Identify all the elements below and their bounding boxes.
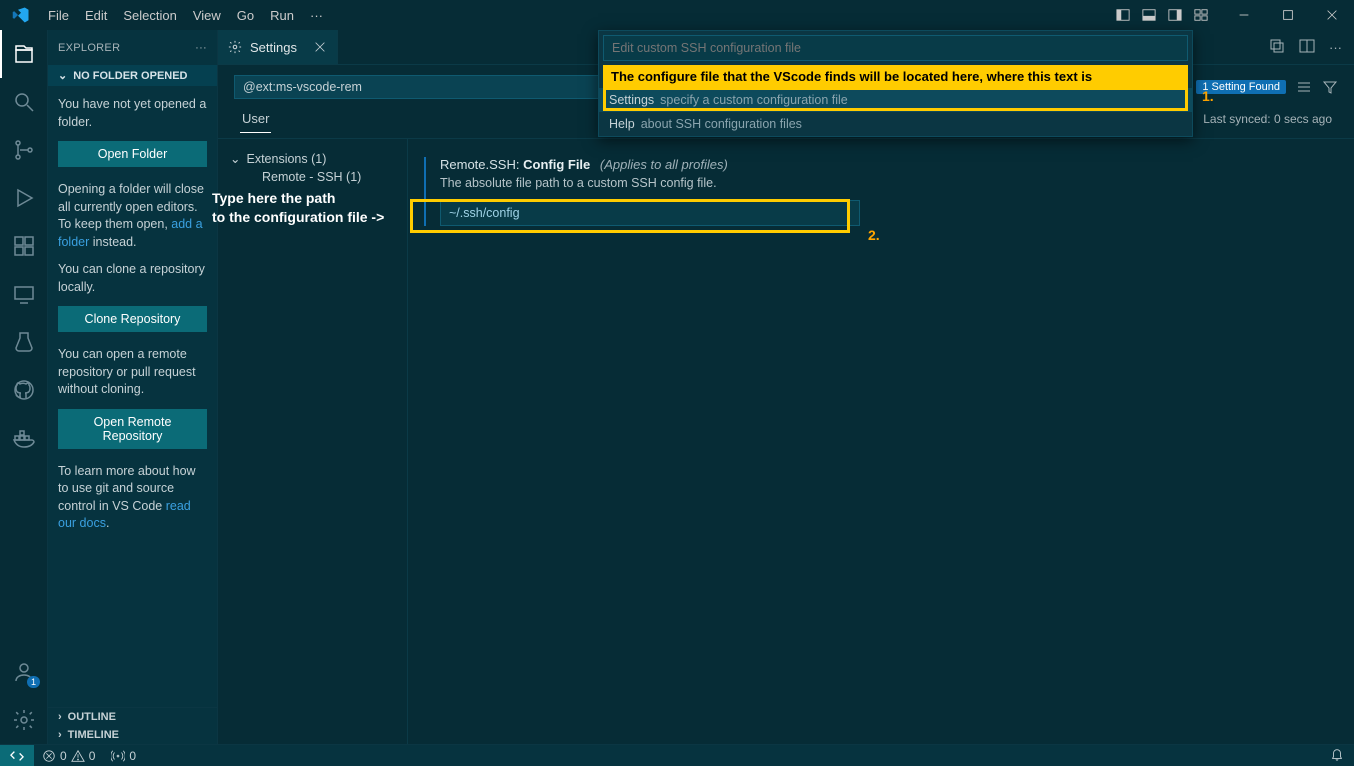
setting-namespace: Remote.SSH: (440, 157, 519, 172)
setting-description: The absolute file path to a custom SSH c… (440, 176, 1338, 190)
chevron-down-icon: ⌄ (58, 69, 67, 82)
layout-customize-icon[interactable] (1188, 0, 1214, 30)
setting-name: Config File (523, 157, 590, 172)
statusbar: 0 0 0 (0, 744, 1354, 766)
layout-secondary-sidebar-icon[interactable] (1162, 0, 1188, 30)
sb-text-4: You can open a remote repository or pull… (58, 346, 207, 399)
annotation-label-2: 2. (868, 227, 880, 243)
activity-search-icon[interactable] (0, 78, 48, 126)
activity-remote-icon[interactable] (0, 270, 48, 318)
activity-settings-icon[interactable] (0, 696, 48, 744)
sb-text-5: To learn more about how to use git and s… (58, 463, 207, 533)
annotation-label-1: 1. (1202, 88, 1214, 104)
status-notifications-icon[interactable] (1330, 747, 1354, 764)
settings-turn-sync-icon[interactable] (1296, 79, 1312, 95)
sidebar: EXPLORER ··· ⌄ NO FOLDER OPENED You have… (48, 30, 218, 744)
activity-accounts-icon[interactable]: 1 (0, 648, 48, 696)
menu-selection[interactable]: Selection (115, 3, 184, 28)
activity-docker-icon[interactable] (0, 414, 48, 462)
open-folder-button[interactable]: Open Folder (58, 141, 207, 167)
activity-testing-icon[interactable] (0, 318, 48, 366)
menu-run[interactable]: Run (262, 3, 302, 28)
editor-area: Settings ··· 1 Setting Found User Last s… (218, 30, 1354, 744)
scope-user-tab[interactable]: User (240, 105, 271, 132)
setting-remote-ssh-configfile: Remote.SSH: Config File (Applies to all … (424, 157, 1338, 226)
titlebar: File Edit Selection View Go Run ··· (0, 0, 1354, 30)
more-actions-icon[interactable]: ··· (1329, 40, 1342, 55)
annotation-path-hint: Type here the path to the configuration … (212, 189, 422, 227)
status-ports-count: 0 (129, 749, 136, 763)
tab-close-icon[interactable] (313, 40, 327, 54)
activity-debug-icon[interactable] (0, 174, 48, 222)
setting-applies: (Applies to all profiles) (600, 157, 728, 172)
status-remote-icon[interactable] (0, 745, 34, 766)
menu-bar: File Edit Selection View Go Run ··· (40, 3, 331, 28)
nofolder-header[interactable]: ⌄ NO FOLDER OPENED (48, 65, 217, 86)
palette-row-settings[interactable]: Settingsspecify a custom configuration f… (599, 88, 1192, 112)
window-maximize-icon[interactable] (1266, 0, 1310, 30)
palette-input[interactable] (603, 35, 1188, 61)
status-ports[interactable]: 0 (103, 749, 144, 763)
command-palette: The configure file that the VScode finds… (598, 30, 1193, 137)
open-settings-json-icon[interactable] (1269, 38, 1285, 57)
sidebar-title: EXPLORER (58, 42, 120, 54)
menu-go[interactable]: Go (229, 3, 262, 28)
chevron-right-icon: › (58, 711, 62, 723)
gear-icon (228, 40, 242, 54)
accounts-badge: 1 (27, 676, 40, 688)
tab-settings[interactable]: Settings (218, 30, 338, 64)
layout-panel-icon[interactable] (1136, 0, 1162, 30)
activity-scm-icon[interactable] (0, 126, 48, 174)
window-minimize-icon[interactable] (1222, 0, 1266, 30)
settings-content: Remote.SSH: Config File (Applies to all … (408, 139, 1354, 744)
status-warnings-count: 0 (89, 749, 96, 763)
settings-filter-icon[interactable] (1322, 79, 1338, 95)
layout-primary-sidebar-icon[interactable] (1110, 0, 1136, 30)
menu-view[interactable]: View (185, 3, 229, 28)
sb-text-2: Opening a folder will close all currentl… (58, 181, 207, 251)
last-synced-text: Last synced: 0 secs ago (1203, 112, 1332, 126)
sidebar-more-icon[interactable]: ··· (195, 42, 207, 54)
menu-file[interactable]: File (40, 3, 77, 28)
timeline-section[interactable]: ›TIMELINE (48, 726, 217, 744)
activitybar: 1 (0, 30, 48, 744)
palette-row-help[interactable]: Helpabout SSH configuration files (599, 112, 1192, 136)
outline-remote-ssh[interactable]: Remote - SSH (1) (218, 168, 407, 186)
window-close-icon[interactable] (1310, 0, 1354, 30)
chevron-right-icon: › (58, 729, 62, 741)
open-remote-repo-button[interactable]: Open Remote Repository (58, 409, 207, 449)
clone-repo-button[interactable]: Clone Repository (58, 306, 207, 332)
split-editor-icon[interactable] (1299, 38, 1315, 57)
outline-extensions[interactable]: ⌄Extensions (1) (218, 149, 407, 168)
nofolder-label: NO FOLDER OPENED (73, 70, 187, 82)
layout-controls (1110, 0, 1214, 30)
menu-more[interactable]: ··· (302, 3, 331, 28)
tab-label: Settings (250, 40, 297, 55)
chevron-down-icon: ⌄ (230, 151, 240, 166)
sb-text-1: You have not yet opened a folder. (58, 96, 207, 131)
vscode-logo-icon (12, 6, 30, 24)
annotation-banner: The configure file that the VScode finds… (603, 65, 1188, 88)
activity-extensions-icon[interactable] (0, 222, 48, 270)
status-problems[interactable]: 0 0 (34, 749, 103, 763)
status-errors-count: 0 (60, 749, 67, 763)
menu-edit[interactable]: Edit (77, 3, 115, 28)
setting-configfile-input[interactable] (440, 200, 860, 226)
sb-text-3: You can clone a repository locally. (58, 261, 207, 296)
outline-section[interactable]: ›OUTLINE (48, 708, 217, 726)
settings-outline: ⌄Extensions (1) Remote - SSH (1) Type he… (218, 139, 408, 744)
activity-explorer-icon[interactable] (0, 30, 48, 78)
activity-github-icon[interactable] (0, 366, 48, 414)
tab-actions: ··· (1269, 30, 1354, 64)
